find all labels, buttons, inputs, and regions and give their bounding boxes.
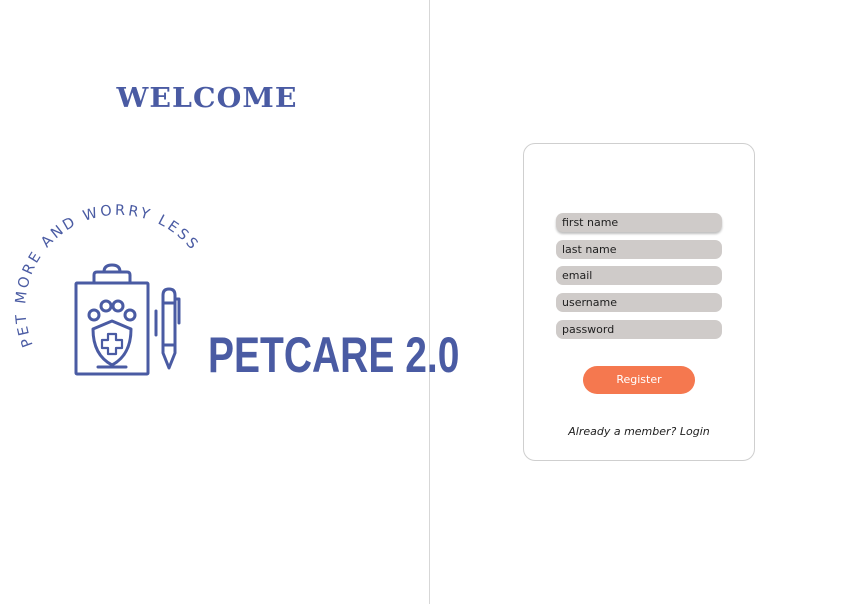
username-field[interactable]: username (556, 293, 722, 312)
login-link[interactable]: Already a member? Login (524, 425, 754, 438)
first-name-field[interactable]: first name (556, 213, 722, 232)
last-name-field[interactable]: last name (556, 240, 722, 259)
register-form-card: first name last name email username pass… (523, 143, 755, 461)
register-button[interactable]: Register (583, 366, 695, 394)
welcome-heading: WELCOME (116, 83, 298, 114)
password-field[interactable]: password (556, 320, 722, 339)
email-field[interactable]: email (556, 266, 722, 285)
clipboard-icon (74, 263, 181, 376)
brand-name: PETCARE 2.0 (208, 327, 460, 383)
